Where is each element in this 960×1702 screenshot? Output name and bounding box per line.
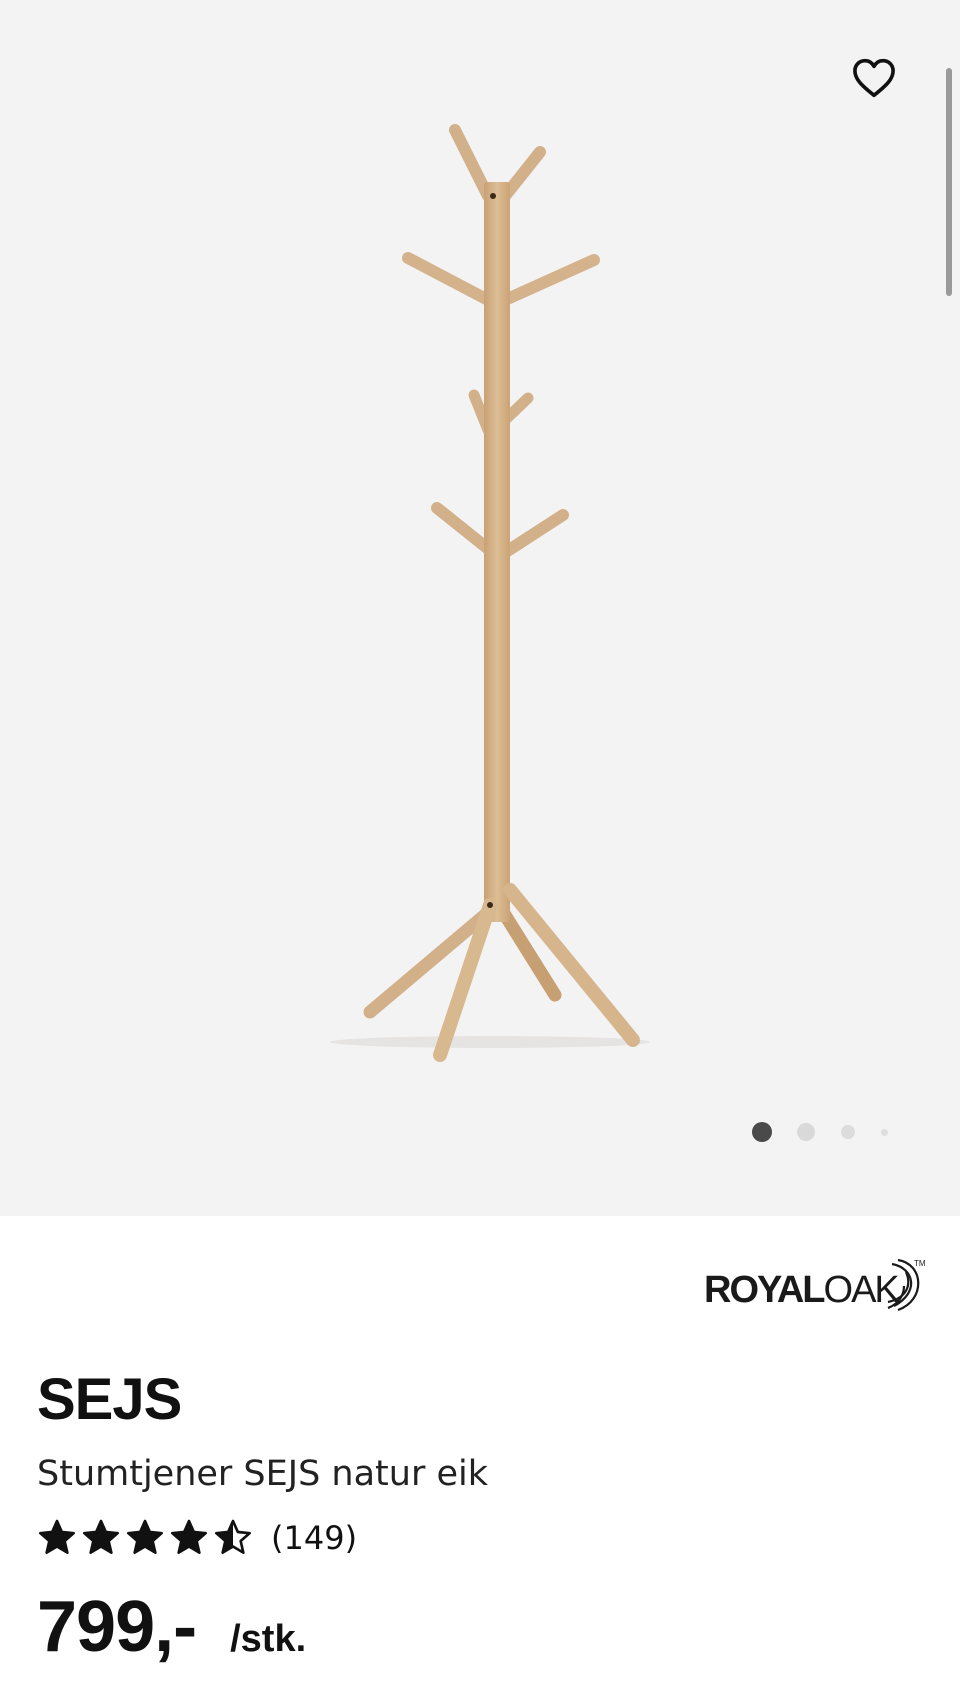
carousel-dot-4[interactable] <box>881 1129 888 1136</box>
brand-mark-icon: TM <box>887 1258 926 1312</box>
favorite-button[interactable] <box>846 52 902 104</box>
rating-stars <box>37 1518 257 1558</box>
product-description: Stumtjener SEJS natur eik <box>37 1454 489 1494</box>
star-half-icon <box>215 1519 252 1554</box>
carousel-dot-3[interactable] <box>841 1125 855 1139</box>
heart-outline-icon <box>853 58 895 98</box>
carousel-dot-2[interactable] <box>797 1123 815 1141</box>
brand-logo-bold: ROYAL <box>704 1269 826 1311</box>
brand-logo: ROYALOAK TM <box>704 1256 926 1314</box>
trademark-symbol: TM <box>914 1259 926 1268</box>
price-value: 799,- <box>37 1587 197 1667</box>
star-filled-icon <box>83 1519 119 1554</box>
star-filled-icon <box>171 1519 208 1554</box>
product-rating[interactable]: (149) <box>37 1512 357 1564</box>
price-unit: /stk. <box>230 1618 307 1660</box>
product-name: SEJS <box>37 1367 182 1432</box>
coat-stand-image <box>330 124 650 1062</box>
page-scrollbar[interactable] <box>946 68 952 296</box>
brand-logo-text: ROYALOAK <box>704 1268 900 1312</box>
star-filled-icon <box>127 1519 164 1554</box>
product-image-gallery[interactable] <box>0 0 960 1216</box>
star-filled-icon <box>39 1519 75 1554</box>
review-count: (149) <box>271 1519 358 1557</box>
carousel-dot-1[interactable] <box>752 1122 772 1142</box>
carousel-dots <box>742 1120 892 1144</box>
product-price: 799,- /stk. <box>37 1584 306 1670</box>
